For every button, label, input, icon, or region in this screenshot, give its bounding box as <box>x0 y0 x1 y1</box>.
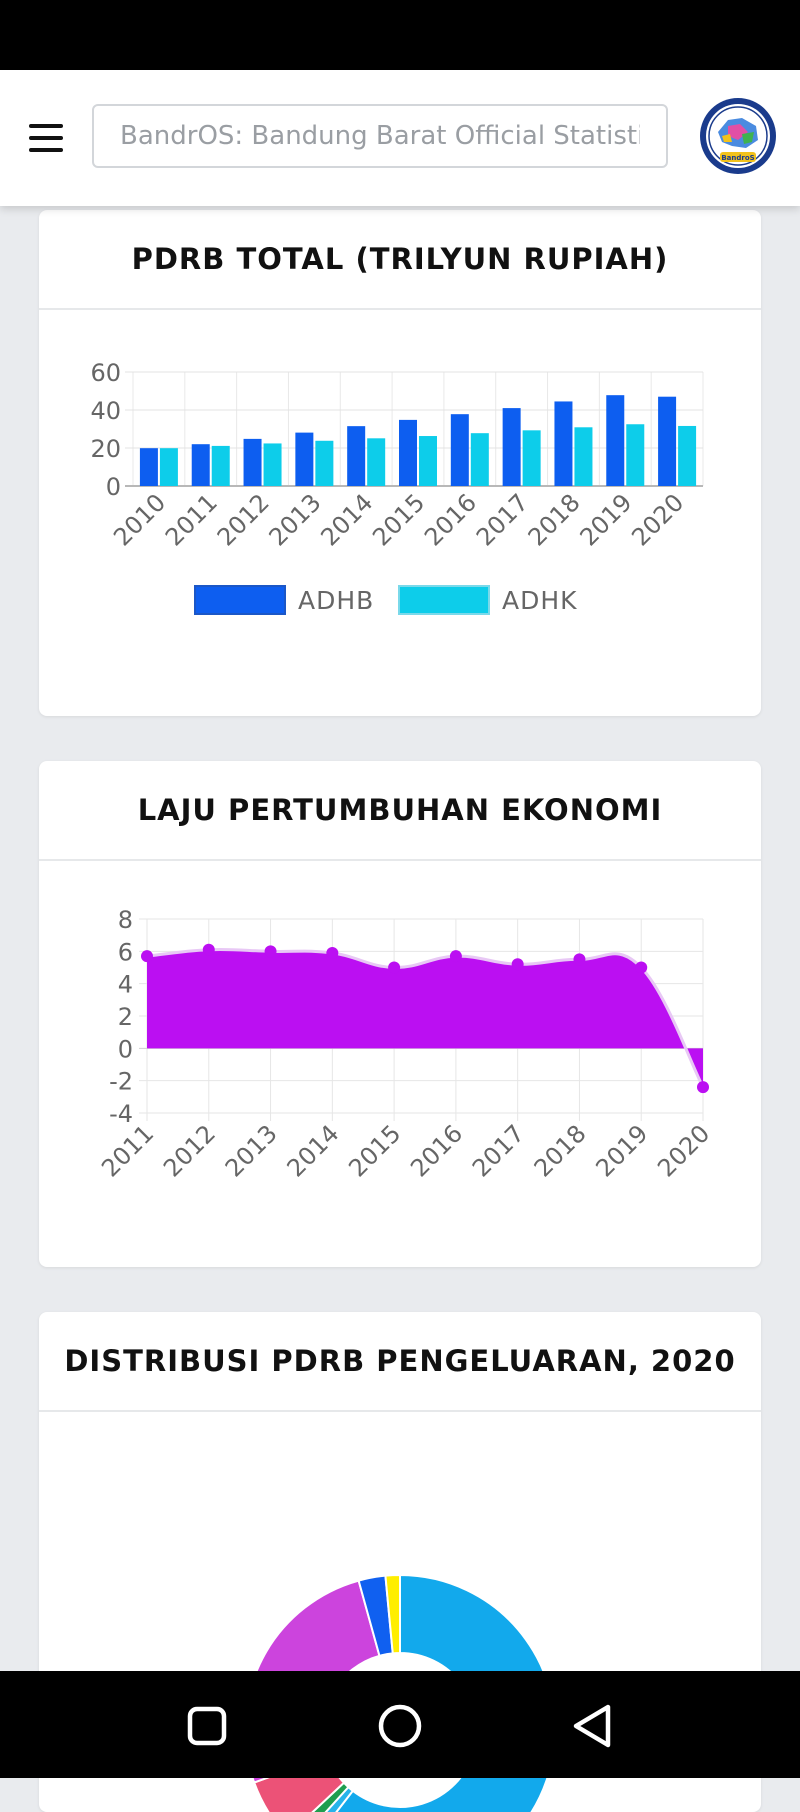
y-tick-label: 4 <box>118 971 133 999</box>
x-tick-label: 2018 <box>523 488 586 551</box>
x-tick-label: 2015 <box>343 1119 406 1182</box>
y-tick-label: 8 <box>118 906 133 934</box>
x-tick-label: 2014 <box>315 488 378 551</box>
status-bar <box>0 0 800 70</box>
bar-adhk <box>574 427 593 486</box>
distribusi-title: DISTRIBUSI PDRB PENGELUARAN, 2020 <box>39 1312 761 1412</box>
bar-adhb <box>139 448 158 486</box>
bar-adhk <box>522 430 541 486</box>
bar-adhk <box>367 438 386 486</box>
x-tick-label: 2017 <box>467 1119 530 1182</box>
menu-line <box>29 136 63 140</box>
x-tick-label: 2011 <box>160 488 223 551</box>
y-tick-label: -2 <box>109 1068 133 1096</box>
bar-adhb <box>243 438 262 486</box>
x-tick-label: 2012 <box>158 1119 221 1182</box>
bar-adhb <box>399 419 417 486</box>
search-input[interactable] <box>92 104 668 168</box>
pdrb-total-card: PDRB TOTAL (TRILYUN RUPIAH) 0 20 40 60 2010 2… <box>39 210 761 716</box>
menu-icon[interactable] <box>24 116 68 160</box>
bar-adhb <box>502 408 521 486</box>
growth-point <box>202 943 215 956</box>
bar-adhb <box>554 401 573 486</box>
x-tick-label: 2014 <box>282 1119 345 1182</box>
legend-swatch-adhb <box>194 585 286 615</box>
bar-adhk <box>678 425 697 486</box>
home-button[interactable] <box>365 1691 435 1761</box>
navigation-bar <box>0 1671 800 1778</box>
app-bar: BandroS <box>0 70 800 206</box>
laju-pertumbuhan-chart: 86420-2-42011201220132014201520162017201… <box>96 906 715 1182</box>
growth-point <box>697 1081 709 1094</box>
growth-point <box>573 953 586 966</box>
x-tick-label: 2011 <box>96 1119 159 1182</box>
y-tick-label: 40 <box>90 397 121 425</box>
menu-line <box>29 148 63 152</box>
bar-adhb <box>191 444 210 486</box>
y-tick-label: -4 <box>109 1100 133 1128</box>
square-icon <box>187 1706 227 1746</box>
bar-adhk <box>263 443 282 486</box>
bar-adhk <box>419 436 437 486</box>
laju-pertumbuhan-title: LAJU PERTUMBUHAN EKONOMI <box>39 761 761 861</box>
y-tick-label: 2 <box>118 1003 133 1031</box>
legend-swatch-adhk <box>398 585 490 615</box>
x-tick-label: 2013 <box>264 488 327 551</box>
x-tick-label: 2018 <box>529 1119 592 1182</box>
y-tick-label: 6 <box>118 938 133 966</box>
growth-point <box>511 958 524 971</box>
circle-icon <box>378 1704 422 1748</box>
bar-adhb <box>347 426 366 486</box>
y-tick-label: 0 <box>106 473 121 501</box>
pdrb-total-chart: 0204060201020112012201320142015201620172… <box>90 359 704 615</box>
legend-label-adhk: ADHK <box>502 586 578 615</box>
x-tick-label: 2019 <box>575 488 638 551</box>
y-tick-label: 60 <box>90 359 121 387</box>
menu-line <box>29 124 63 128</box>
x-tick-label: 2013 <box>220 1119 283 1182</box>
growth-point <box>141 950 153 963</box>
pdrb-total-title: PDRB TOTAL (TRILYUN RUPIAH) <box>39 210 761 310</box>
laju-pertumbuhan-card: LAJU PERTUMBUHAN EKONOMI 8 6 4 2 0 -2 -4 2011 20… <box>39 761 761 1267</box>
bar-adhk <box>470 433 489 486</box>
x-tick-label: 2015 <box>367 488 430 551</box>
growth-point <box>264 945 277 958</box>
bar-adhb <box>295 432 314 486</box>
bar-adhk <box>211 445 230 486</box>
growth-area <box>147 949 703 1088</box>
logo-text: BandroS <box>721 154 754 162</box>
x-tick-label: 2016 <box>419 488 482 551</box>
triangle-back-icon <box>573 1704 611 1748</box>
back-button[interactable] <box>558 1691 628 1761</box>
bar-adhb <box>606 395 625 486</box>
growth-point <box>326 946 339 959</box>
growth-point <box>449 950 462 963</box>
recent-apps-button[interactable] <box>172 1691 242 1761</box>
x-tick-label: 2017 <box>471 488 534 551</box>
bar-adhk <box>315 440 334 486</box>
x-tick-label: 2020 <box>652 1119 715 1182</box>
x-tick-label: 2012 <box>212 488 275 551</box>
growth-point <box>635 961 648 974</box>
bandros-logo[interactable]: BandroS <box>698 96 778 176</box>
bar-adhk <box>626 424 645 486</box>
x-tick-label: 2016 <box>405 1119 468 1182</box>
growth-point <box>388 961 401 974</box>
x-tick-label: 2019 <box>590 1119 653 1182</box>
bar-adhb <box>658 396 677 486</box>
y-tick-label: 0 <box>118 1035 133 1063</box>
bar-adhk <box>159 448 178 486</box>
y-tick-label: 20 <box>90 435 121 463</box>
x-tick-label: 2020 <box>626 488 689 551</box>
bar-adhb <box>450 414 469 486</box>
legend-label-adhb: ADHB <box>298 586 374 615</box>
